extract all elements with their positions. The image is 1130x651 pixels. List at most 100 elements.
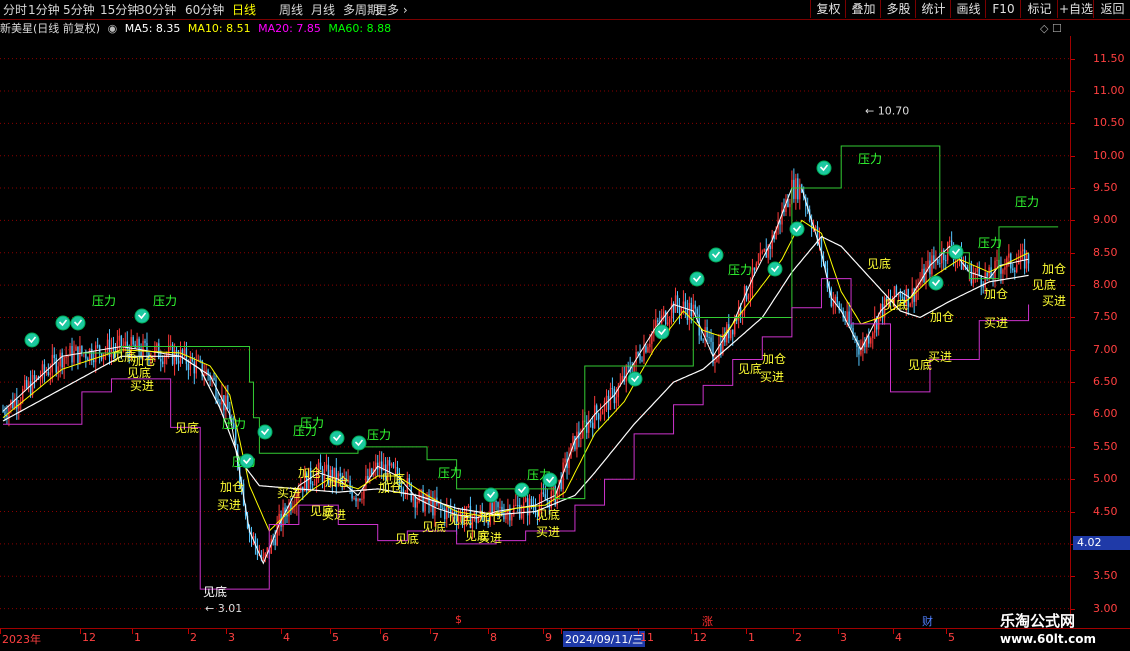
candle-body (524, 498, 527, 502)
candle-body (759, 252, 762, 261)
candle-body (846, 311, 848, 322)
period-tab-10[interactable]: 更多 › (375, 1, 408, 18)
period-tab-2[interactable]: 5分钟 (63, 1, 95, 18)
event-marker[interactable]: 涨 (702, 613, 713, 629)
time-label: 4 (895, 631, 902, 644)
candle-body (1016, 264, 1018, 273)
candle-body (637, 352, 639, 355)
period-tab-5[interactable]: 60分钟 (185, 1, 224, 18)
candle-body (708, 337, 710, 339)
signal-label: 见底 (738, 361, 762, 376)
candle-body (984, 272, 986, 288)
ma-line-MA5 (2, 187, 1029, 565)
signal-label: 买进 (478, 531, 502, 545)
price-tick (1071, 511, 1075, 513)
toolbar-button-6[interactable]: 标记 (1020, 0, 1058, 18)
check-icon (351, 435, 367, 451)
current-price-badge: 4.02 (1073, 535, 1130, 550)
price-tick (1071, 155, 1075, 157)
time-label: 5 (948, 631, 955, 644)
time-label: 3 (840, 631, 847, 644)
period-tab-7[interactable]: 周线 (279, 1, 303, 18)
candle-body (895, 286, 898, 295)
chart-options-icons[interactable]: ◇ ☐ (1040, 22, 1062, 35)
ma60-label: MA60: 8.88 (328, 22, 392, 35)
price-tick-label: 6.50 (1093, 375, 1118, 389)
candle-body (75, 346, 77, 351)
candle-body (199, 359, 201, 361)
stock-title[interactable]: 新美星(日线 前复权) (0, 22, 100, 35)
candle-body (945, 260, 947, 262)
time-tick (746, 629, 747, 634)
candle-body (390, 463, 393, 466)
toolbar-button-2[interactable]: 多股 (880, 0, 916, 18)
period-tab-6[interactable]: 日线 (232, 1, 256, 18)
price-tick-label: 5.00 (1093, 472, 1118, 486)
candlestick-chart[interactable]: ← 10.70← 3.01压力压力压力压力压力压力压力压力压力压力压力压力压力见… (0, 36, 1070, 628)
toolbar-button-4[interactable]: 画线 (950, 0, 986, 18)
candle-body (363, 486, 365, 499)
candle-body (79, 345, 81, 364)
toolbar-button-1[interactable]: 叠加 (845, 0, 881, 18)
candle-body (85, 352, 87, 359)
time-label: 5 (332, 631, 339, 644)
price-tick-label: 3.50 (1093, 569, 1118, 583)
signal-label: 买进 (984, 316, 1008, 330)
time-tick (132, 629, 133, 634)
candle-body (408, 478, 410, 484)
signal-label: 买进 (760, 370, 784, 384)
candle-body (313, 484, 316, 486)
signal-label: 加仓 (1042, 262, 1066, 276)
candle-body (517, 505, 519, 507)
signal-label: 买进 (130, 379, 154, 393)
period-tab-0[interactable]: 分时 (3, 1, 27, 18)
candle-body (611, 388, 614, 390)
period-tab-3[interactable]: 15分钟 (100, 1, 139, 18)
candle-body (948, 240, 951, 242)
candle-body (1000, 266, 1002, 274)
candle-body (49, 372, 52, 376)
toolbar-button-5[interactable]: F10 (985, 0, 1021, 18)
price-tick-label: 9.00 (1093, 213, 1118, 227)
candle-body (45, 372, 48, 374)
candle-body (1027, 253, 1030, 264)
candle-body (59, 352, 61, 367)
candle-body (832, 302, 835, 307)
signal-label: 加仓 (930, 310, 954, 324)
signal-label: 加仓 (984, 287, 1008, 301)
candle-body (564, 458, 566, 463)
candle-body (641, 360, 643, 362)
signal-label: 压力 (438, 466, 462, 480)
toolbar-button-8[interactable]: 返回 (1093, 0, 1130, 18)
price-tick-label: 10.00 (1093, 148, 1125, 162)
period-tab-4[interactable]: 30分钟 (137, 1, 176, 18)
time-label: 2 (795, 631, 802, 644)
candle-body (761, 251, 764, 253)
candle-body (1012, 268, 1014, 271)
signal-label: 加仓 (220, 480, 244, 494)
watermark-url: www.60lt.com (1000, 632, 1097, 646)
candle-body (193, 361, 196, 374)
toolbar-button-0[interactable]: 复权 (810, 0, 846, 18)
price-tick-label: 11.50 (1093, 51, 1125, 65)
settings-icon[interactable]: ◉ (108, 22, 118, 35)
period-tab-9[interactable]: 多周期 (343, 1, 379, 18)
candle-body (87, 358, 89, 361)
candle-body (177, 360, 180, 364)
price-tick (1071, 188, 1075, 190)
candle-body (732, 329, 734, 335)
candle-body (590, 421, 592, 423)
period-tab-1[interactable]: 1分钟 (28, 1, 60, 18)
event-marker[interactable]: $ (455, 613, 462, 626)
toolbar-button-3[interactable]: 统计 (915, 0, 951, 18)
signal-label: 见底 (395, 531, 419, 546)
time-label: 1 (134, 631, 141, 644)
time-tick (691, 629, 692, 634)
candle-body (747, 295, 750, 300)
candle-body (98, 345, 101, 354)
signal-label: 压力 (367, 428, 391, 442)
event-marker[interactable]: 财 (922, 613, 933, 629)
period-tab-8[interactable]: 月线 (311, 1, 335, 18)
candle-body (497, 502, 499, 508)
toolbar-button-7[interactable]: +自选 (1057, 0, 1094, 18)
